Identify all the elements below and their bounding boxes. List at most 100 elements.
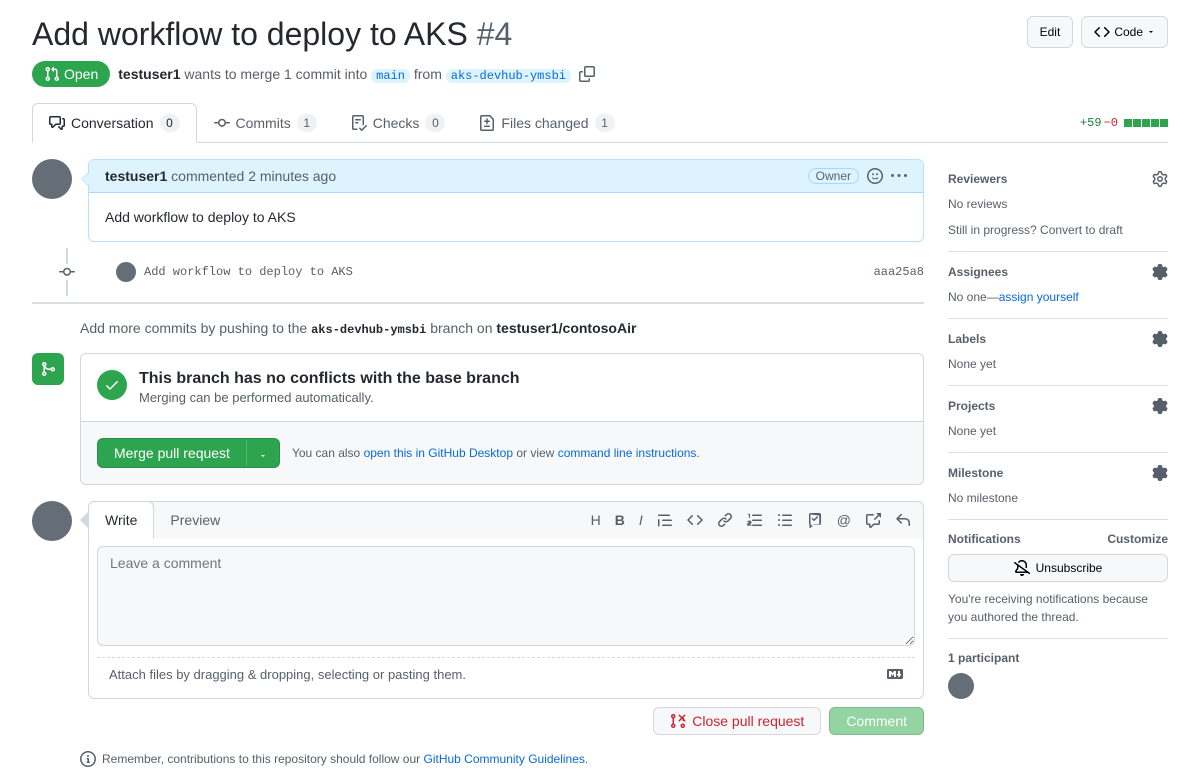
comment-textarea[interactable] (97, 546, 915, 646)
reviewers-heading: Reviewers (948, 172, 1007, 186)
close-pr-button[interactable]: Close pull request (653, 707, 821, 735)
gear-icon[interactable] (1152, 264, 1168, 280)
merge-icon-badge (32, 353, 64, 385)
merge-button[interactable]: Merge pull request (97, 438, 280, 468)
checks-count: 0 (425, 114, 445, 132)
code-button[interactable]: Code (1081, 16, 1168, 48)
avatar[interactable] (32, 159, 72, 199)
file-diff-icon (479, 115, 495, 131)
notification-reason: You're receiving notifications because y… (948, 590, 1168, 626)
git-merge-icon (40, 361, 56, 377)
gear-icon[interactable] (1152, 171, 1168, 187)
list-ordered-icon[interactable] (747, 512, 763, 528)
reply-icon[interactable] (895, 512, 911, 528)
link-icon[interactable] (717, 512, 733, 528)
pr-author: testuser1 (118, 66, 180, 82)
labels-text: None yet (948, 355, 1168, 373)
commit-sha[interactable]: aaa25a8 (874, 265, 924, 279)
assign-yourself-link[interactable]: assign yourself (999, 290, 1079, 304)
merge-status-sub: Merging can be performed automatically. (139, 390, 520, 405)
git-commit-icon (214, 115, 230, 131)
comment-author[interactable]: testuser1 (105, 168, 167, 184)
tab-commits[interactable]: Commits 1 (197, 103, 334, 142)
guidelines-link[interactable]: GitHub Community Guidelines (424, 752, 585, 766)
tab-checks[interactable]: Checks 0 (334, 103, 463, 142)
pr-number: #4 (477, 16, 513, 52)
commits-count: 1 (297, 114, 317, 132)
kebab-icon[interactable] (891, 168, 907, 184)
convert-draft-link[interactable]: Still in progress? Convert to draft (948, 223, 1123, 237)
markdown-icon[interactable] (887, 666, 903, 682)
code-icon (1094, 24, 1110, 40)
bold-icon[interactable]: B (615, 512, 625, 528)
mention-icon[interactable]: @ (837, 512, 851, 528)
quote-icon[interactable] (657, 512, 673, 528)
comment-editor: Write Preview H B I (88, 501, 924, 735)
assignees-heading: Assignees (948, 265, 1008, 279)
list-unordered-icon[interactable] (777, 512, 793, 528)
bell-slash-icon (1014, 560, 1030, 576)
pr-state-badge: Open (32, 61, 110, 87)
comment-discussion-icon (49, 115, 65, 131)
write-tab[interactable]: Write (88, 501, 154, 539)
git-commit-icon (59, 264, 75, 280)
info-icon (80, 751, 96, 767)
merge-status-title: This branch has no conflicts with the ba… (139, 370, 520, 388)
code-icon[interactable] (687, 512, 703, 528)
milestone-text: No milestone (948, 489, 1168, 507)
tasklist-icon[interactable] (807, 512, 823, 528)
milestone-heading: Milestone (948, 466, 1003, 480)
gear-icon[interactable] (1152, 331, 1168, 347)
commit-message[interactable]: Add workflow to deploy to AKS (144, 265, 866, 279)
comment-box: testuser1 commented 2 minutes ago Owner … (88, 159, 924, 242)
cli-instructions-link[interactable]: command line instructions (558, 446, 697, 460)
customize-link[interactable]: Customize (1107, 532, 1168, 546)
reviewers-text: No reviews (948, 195, 1168, 213)
checklist-icon (351, 115, 367, 131)
copy-icon[interactable] (579, 66, 595, 82)
divider (32, 302, 924, 304)
tab-conversation[interactable]: Conversation 0 (32, 103, 197, 143)
markdown-toolbar: H B I @ (579, 512, 923, 528)
conversation-count: 0 (160, 114, 180, 132)
cross-reference-icon[interactable] (865, 512, 881, 528)
gear-icon[interactable] (1152, 398, 1168, 414)
labels-heading: Labels (948, 332, 986, 346)
participant-avatar[interactable] (948, 673, 974, 699)
head-branch-label[interactable]: aks-devhub-ymsbi (446, 69, 571, 83)
caret-down-icon (1147, 28, 1155, 36)
git-pull-request-closed-icon (670, 713, 686, 729)
notifications-heading: Notifications (948, 532, 1021, 546)
owner-label: Owner (808, 168, 859, 184)
push-hint: Add more commits by pushing to the aks-d… (32, 320, 924, 353)
check-icon (104, 377, 120, 393)
attach-hint[interactable]: Attach files by dragging & dropping, sel… (109, 667, 466, 682)
comment-body: Add workflow to deploy to AKS (89, 193, 923, 241)
base-branch-label[interactable]: main (371, 69, 410, 83)
caret-down-icon (259, 452, 267, 460)
tab-files-changed[interactable]: Files changed 1 (462, 103, 631, 142)
edit-button[interactable]: Edit (1027, 16, 1074, 48)
commit-row: Add workflow to deploy to AKS aaa25a8 (32, 258, 924, 286)
diffstat: +59 −0 (1080, 116, 1168, 130)
projects-heading: Projects (948, 399, 995, 413)
pr-merge-description: testuser1 wants to merge 1 commit into m… (118, 66, 571, 83)
merge-check-circle (97, 370, 127, 400)
participants-heading: 1 participant (948, 651, 1019, 665)
git-pull-request-icon (44, 66, 60, 82)
gear-icon[interactable] (1152, 465, 1168, 481)
files-count: 1 (595, 114, 615, 132)
guidelines-note: Remember, contributions to this reposito… (32, 751, 924, 767)
avatar[interactable] (32, 501, 72, 541)
projects-text: None yet (948, 422, 1168, 440)
open-desktop-link[interactable]: open this in GitHub Desktop (364, 446, 513, 460)
preview-tab[interactable]: Preview (154, 502, 236, 538)
comment-button[interactable]: Comment (829, 707, 924, 735)
smiley-icon[interactable] (867, 168, 883, 184)
heading-icon[interactable]: H (591, 512, 601, 528)
commit-avatar[interactable] (116, 262, 136, 282)
unsubscribe-button[interactable]: Unsubscribe (948, 554, 1168, 582)
italic-icon[interactable]: I (639, 512, 643, 528)
merge-box: This branch has no conflicts with the ba… (80, 353, 924, 485)
pr-title: Add workflow to deploy to AKS #4 (32, 16, 512, 53)
